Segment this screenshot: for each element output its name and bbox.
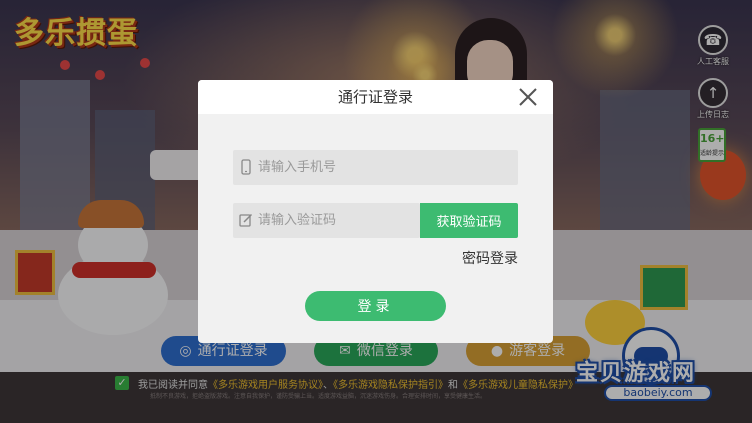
phone-field[interactable] — [233, 150, 518, 185]
phone-icon — [241, 159, 251, 175]
passport-login-dialog: 通行证登录 获取验证码 密码登录 登录 — [198, 80, 553, 343]
password-login-link[interactable]: 密码登录 — [462, 248, 518, 268]
close-icon — [519, 88, 537, 106]
close-button[interactable] — [517, 86, 539, 108]
dialog-title: 通行证登录 — [337, 88, 413, 106]
code-input[interactable] — [258, 203, 418, 238]
dialog-header: 通行证登录 — [198, 80, 553, 114]
edit-icon — [239, 213, 253, 227]
code-field[interactable] — [233, 203, 420, 238]
phone-input[interactable] — [258, 150, 513, 185]
get-code-button[interactable]: 获取验证码 — [420, 203, 518, 238]
login-button[interactable]: 登录 — [305, 291, 446, 321]
